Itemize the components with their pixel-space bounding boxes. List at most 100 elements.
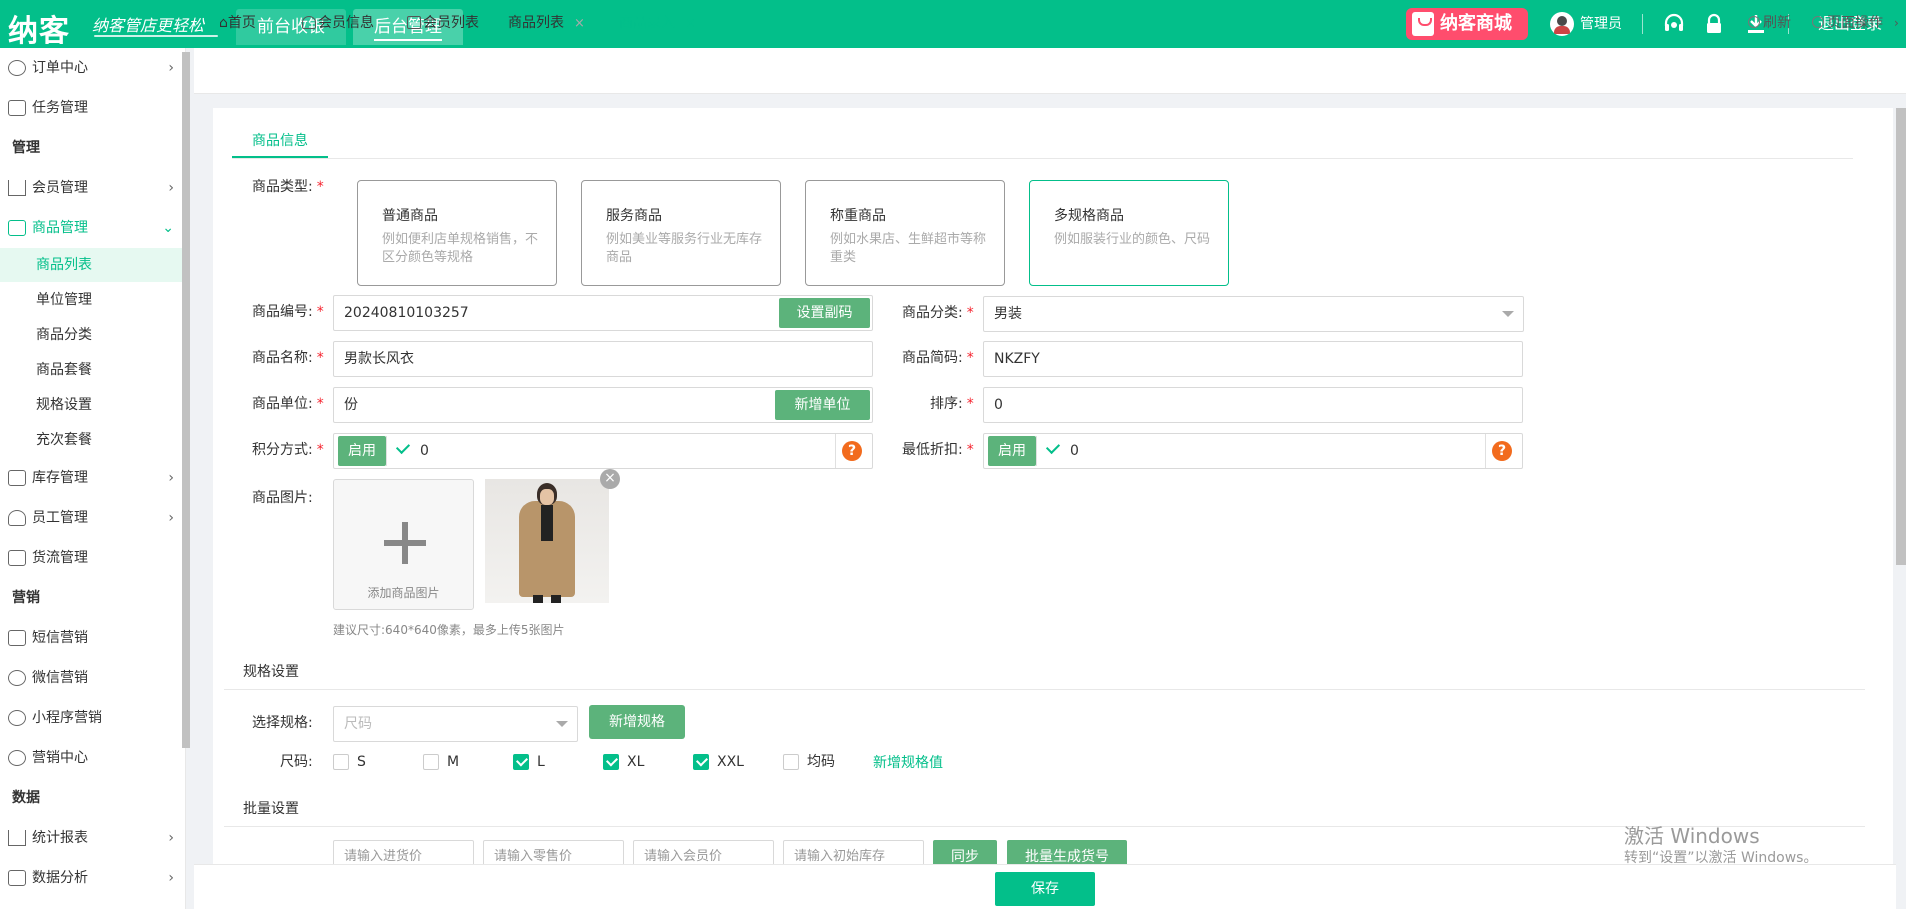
sidebar-item-orders[interactable]: 订单中心 › [0,50,182,86]
sidebar-item-label: 会员管理 [32,180,88,196]
type-desc: 例如美业等服务行业无库存商品 [606,232,763,265]
size-label: 尺码: [280,754,313,770]
name-label-text: 商品名称: [252,350,313,366]
page-ops-button[interactable]: 页面操作 [1812,0,1883,46]
sidebar-section-marketing: 营销 [12,590,40,606]
option-label: XL [627,754,645,770]
product-name-input[interactable]: 男款长风衣 [333,341,873,377]
short-code-input[interactable]: NKZFY [983,341,1523,377]
help-icon[interactable]: ? [842,441,862,461]
analysis-icon [8,870,26,886]
lock-icon[interactable] [1702,12,1726,36]
sidebar-sub-product-list[interactable]: 商品列表 [0,248,182,282]
sidebar-sub-package[interactable]: 商品套餐 [0,353,182,387]
discount-enable-toggle[interactable]: 启用 [988,436,1036,466]
set-subcode-button[interactable]: 设置副码 [779,298,870,328]
windows-watermark-title: 激活 Windows [1624,824,1760,848]
discount-value[interactable]: 0 [1070,435,1079,467]
sidebar-scrollbar[interactable] [182,52,190,748]
save-button[interactable]: 保存 [995,872,1095,906]
help-icon[interactable]: ? [1492,441,1512,461]
logo-slogan: 纳客管店更轻松 [92,16,205,35]
checkbox-one-size[interactable] [783,754,799,770]
check-icon[interactable] [1036,436,1068,466]
user-menu[interactable]: 管理员 [1550,12,1622,36]
select-spec-label: 选择规格: [252,715,313,731]
sidebar-sub-recharge[interactable]: 充次套餐 [0,423,182,457]
close-icon[interactable]: × [685,16,696,31]
chevron-right-icon[interactable]: › [1894,0,1899,46]
main-scrollbar[interactable] [1896,108,1906,565]
option-label: XXL [717,754,744,770]
sidebar-item-members[interactable]: 会员管理 › [0,170,182,206]
add-spec-value-link[interactable]: 新增规格值 [873,752,943,772]
wechat-icon [8,670,26,686]
chevron-right-icon: › [168,180,174,196]
option-label: 均码 [807,754,835,770]
sidebar-item-reports[interactable]: 统计报表 › [0,820,182,856]
type-label: 商品类型: * [252,170,324,204]
grid-icon [8,220,26,236]
type-card-normal[interactable]: 普通商品 例如便利店单规格销售，不区分颜色等规格 [357,180,557,286]
sidebar-item-sms[interactable]: 短信营销 [0,620,182,656]
checkbox-m[interactable] [423,754,439,770]
tab-member-info[interactable]: 会员信息 [302,0,374,46]
sidebar-item-miniprogram[interactable]: 小程序营销 [0,700,182,736]
sidebar-sub-spec[interactable]: 规格设置 [0,388,182,422]
sidebar-item-wechat[interactable]: 微信营销 [0,660,182,696]
checkbox-s[interactable] [333,754,349,770]
globe-icon [8,60,26,76]
points-value[interactable]: 0 [420,435,429,467]
type-title: 服务商品 [606,208,662,224]
avatar [1550,12,1574,36]
refresh-icon [1748,16,1760,28]
sort-label: 排序: * [930,387,974,421]
tab-member-list[interactable]: 会员列表 [407,0,479,46]
sidebar-item-analysis[interactable]: 数据分析 › [0,860,182,896]
tab-home[interactable]: ⌂首页 [219,0,256,46]
code-label-text: 商品编号: [252,304,313,320]
checkbox-xxl[interactable] [693,754,709,770]
sidebar-item-tasks[interactable]: 任务管理 [0,90,182,126]
spec-select[interactable]: 尺码 [333,706,578,742]
add-unit-button[interactable]: 新增单位 [775,390,870,420]
refresh-button[interactable]: 刷新 [1748,0,1791,46]
sidebar-sub-unit[interactable]: 单位管理 [0,283,182,317]
product-image-thumbnail[interactable] [485,479,609,603]
type-card-service[interactable]: 服务商品 例如美业等服务行业无库存商品 [581,180,781,286]
section-tab-product-info[interactable]: 商品信息 [232,124,328,158]
type-card-weighing[interactable]: 称重商品 例如水果店、生鲜超市等称重类 [805,180,1005,286]
remove-image-icon[interactable]: × [600,469,620,489]
sidebar-item-label: 短信营销 [32,630,88,646]
checkbox-l[interactable] [513,754,529,770]
sort-input[interactable]: 0 [983,387,1523,423]
logo: 纳客 [8,14,70,49]
required-mark: * [316,304,324,320]
chevron-down-icon [1502,311,1514,317]
add-image-button[interactable]: 添加商品图片 [333,479,474,610]
sidebar-item-staff[interactable]: 员工管理 › [0,500,182,536]
truck-icon [8,550,26,566]
divider [1642,14,1643,34]
leg-shape [551,595,561,603]
sidebar-sub-category[interactable]: 商品分类 [0,318,182,352]
spec-select-placeholder: 尺码 [344,716,372,732]
sidebar-item-inventory[interactable]: 库存管理 › [0,460,182,496]
category-select[interactable]: 男装 [983,296,1524,332]
sidebar-item-logistics[interactable]: 货流管理 [0,540,182,576]
mall-button[interactable]: 纳客商城 [1406,8,1528,40]
sidebar-item-marketing-center[interactable]: 营销中心 [0,740,182,776]
checkbox-xl[interactable] [603,754,619,770]
check-icon[interactable] [386,436,418,466]
points-enable-toggle[interactable]: 启用 [338,436,386,466]
type-card-multi-spec[interactable]: 多规格商品 例如服装行业的颜色、尺码 [1029,180,1229,286]
tab-product-list[interactable]: 商品列表 × [508,0,585,46]
target-icon [8,750,26,766]
add-spec-button[interactable]: 新增规格 [589,705,685,739]
headset-icon[interactable] [1662,12,1686,36]
tab-label: 商品录入 [619,15,675,31]
close-icon[interactable]: × [574,16,585,31]
sidebar-item-label: 营销中心 [32,750,88,766]
tab-product-entry[interactable]: 商品录入 × [605,0,717,46]
sidebar-item-products[interactable]: 商品管理 ⌄ [0,210,182,246]
